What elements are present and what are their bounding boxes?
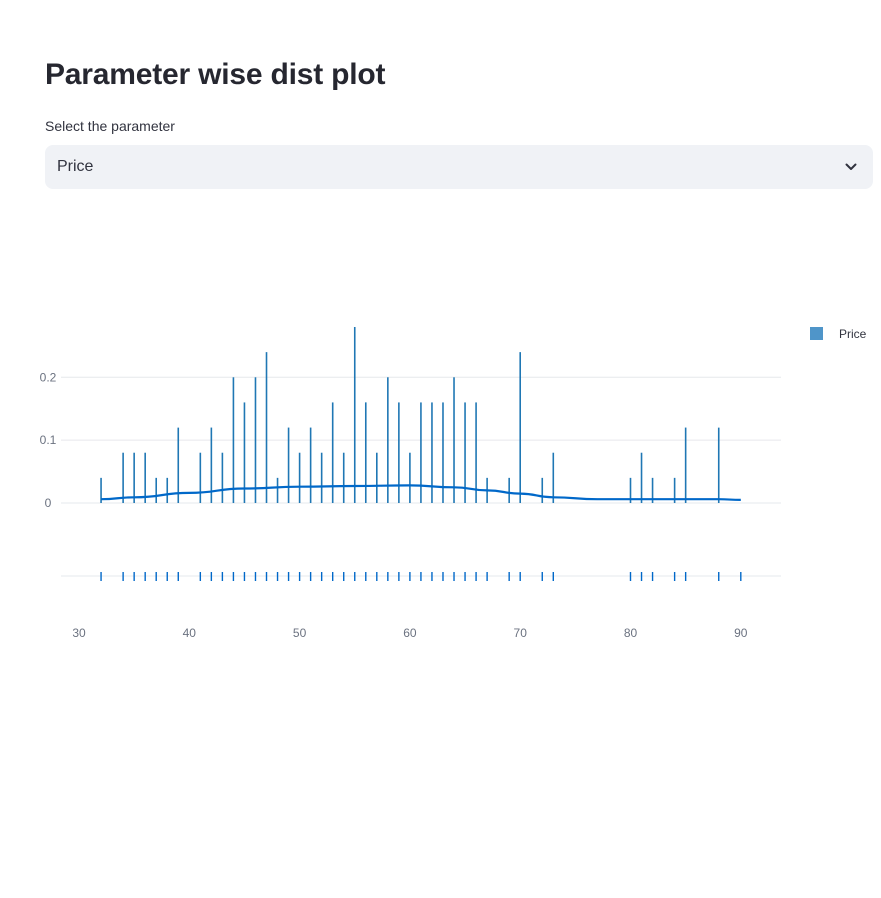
x-tick-label: 60	[403, 626, 417, 640]
legend-swatch[interactable]	[810, 327, 823, 340]
histogram-bars	[100, 327, 720, 503]
x-tick-labels: 30 40 50 60 70 80 90	[72, 626, 747, 640]
y-tick-label: 0.1	[40, 433, 57, 447]
y-tick-label: 0	[45, 496, 52, 510]
dist-plot: 0 0.1 0.2 30 40 50 60 70 80 90 Price	[40, 327, 867, 640]
legend-label-price[interactable]: Price	[839, 327, 867, 341]
y-tick-labels: 0 0.1 0.2	[40, 370, 57, 510]
x-tick-label: 80	[624, 626, 638, 640]
y-tick-label: 0.2	[40, 370, 57, 384]
x-tick-label: 90	[734, 626, 748, 640]
x-tick-label: 40	[183, 626, 197, 640]
x-tick-label: 70	[514, 626, 528, 640]
legend[interactable]: Price	[810, 327, 867, 341]
parameter-select[interactable]: Price	[45, 145, 873, 189]
x-tick-label: 30	[72, 626, 86, 640]
select-value: Price	[57, 158, 94, 175]
chevron-down-icon[interactable]	[843, 159, 859, 175]
select-label: Select the parameter	[45, 118, 175, 134]
x-tick-label: 50	[293, 626, 307, 640]
page-title: Parameter wise dist plot	[45, 58, 386, 91]
